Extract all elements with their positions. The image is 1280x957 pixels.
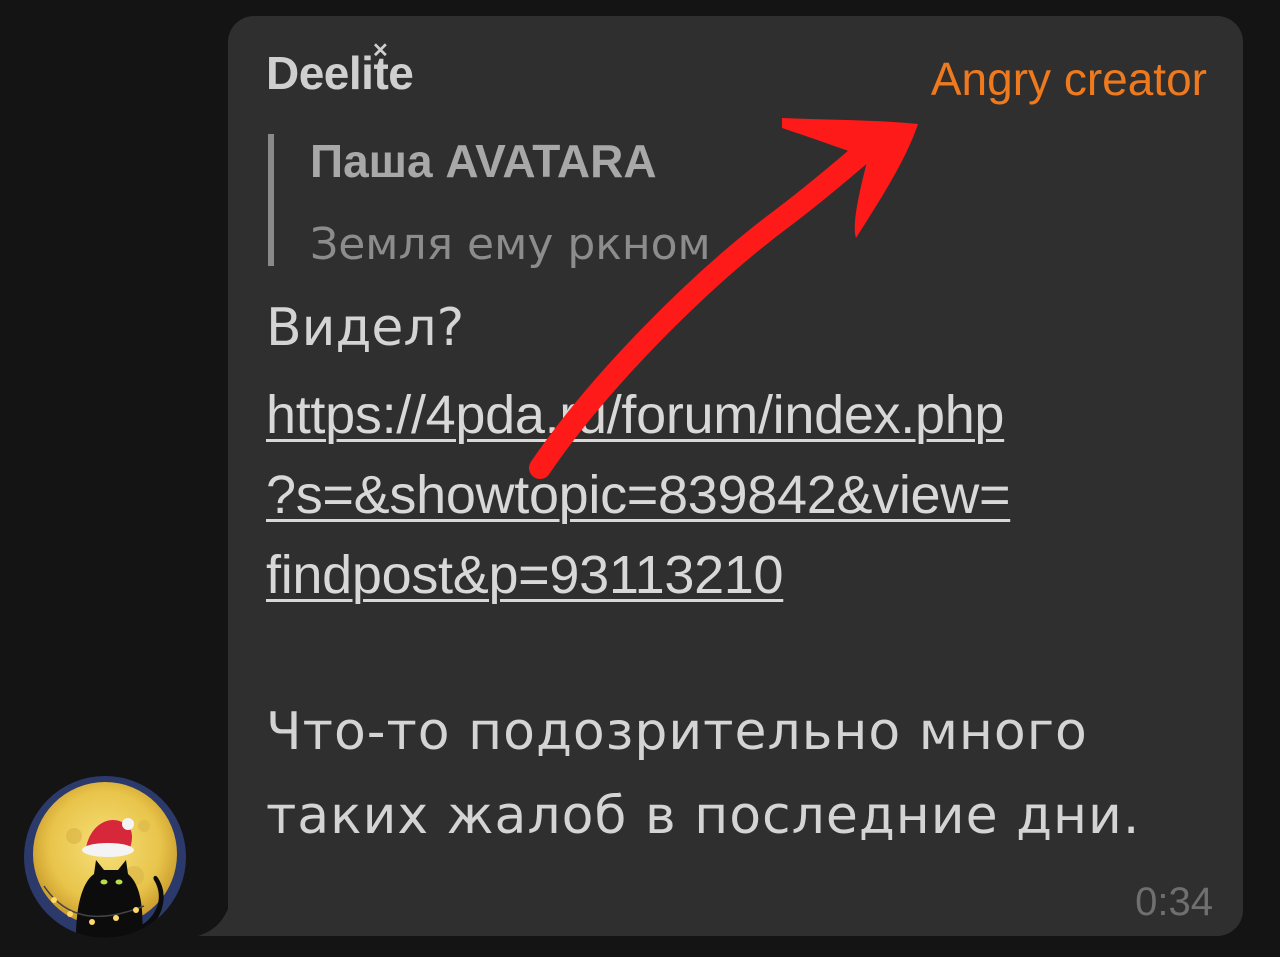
reply-quote[interactable]: Паша AVATARA Земля ему ркном: [268, 134, 711, 270]
message-text-line: таких жалоб в последние дни.: [266, 786, 1141, 846]
message-text-line: Видел?: [266, 298, 465, 358]
sender-name-block[interactable]: Deelite ✕: [266, 40, 414, 100]
message-link-line[interactable]: findpost&p=93113210: [266, 544, 784, 606]
message-bubble[interactable]: Deelite ✕ Angry creator Паша AVATARA Зем…: [228, 16, 1243, 936]
reply-author: Паша AVATARA: [310, 135, 657, 187]
message-link-line[interactable]: https://4pda.ru/forum/index.php: [266, 384, 1004, 446]
sender-name[interactable]: Deelite: [266, 47, 414, 99]
chat-area: Deelite ✕ Angry creator Паша AVATARA Зем…: [0, 0, 1280, 957]
reply-text: Земля ему ркном: [310, 219, 711, 270]
message-link-line[interactable]: ?s=&showtopic=839842&view=: [266, 464, 1011, 526]
black-cat-avatar-icon: [24, 776, 186, 938]
sender-avatar[interactable]: [24, 776, 186, 938]
message-text-line: Что-то подозрительно много: [266, 702, 1088, 762]
sender-role-badge: Angry creator: [930, 53, 1207, 105]
sparkle-icon: ✕: [372, 40, 389, 62]
message-timestamp: 0:34: [1135, 880, 1213, 924]
